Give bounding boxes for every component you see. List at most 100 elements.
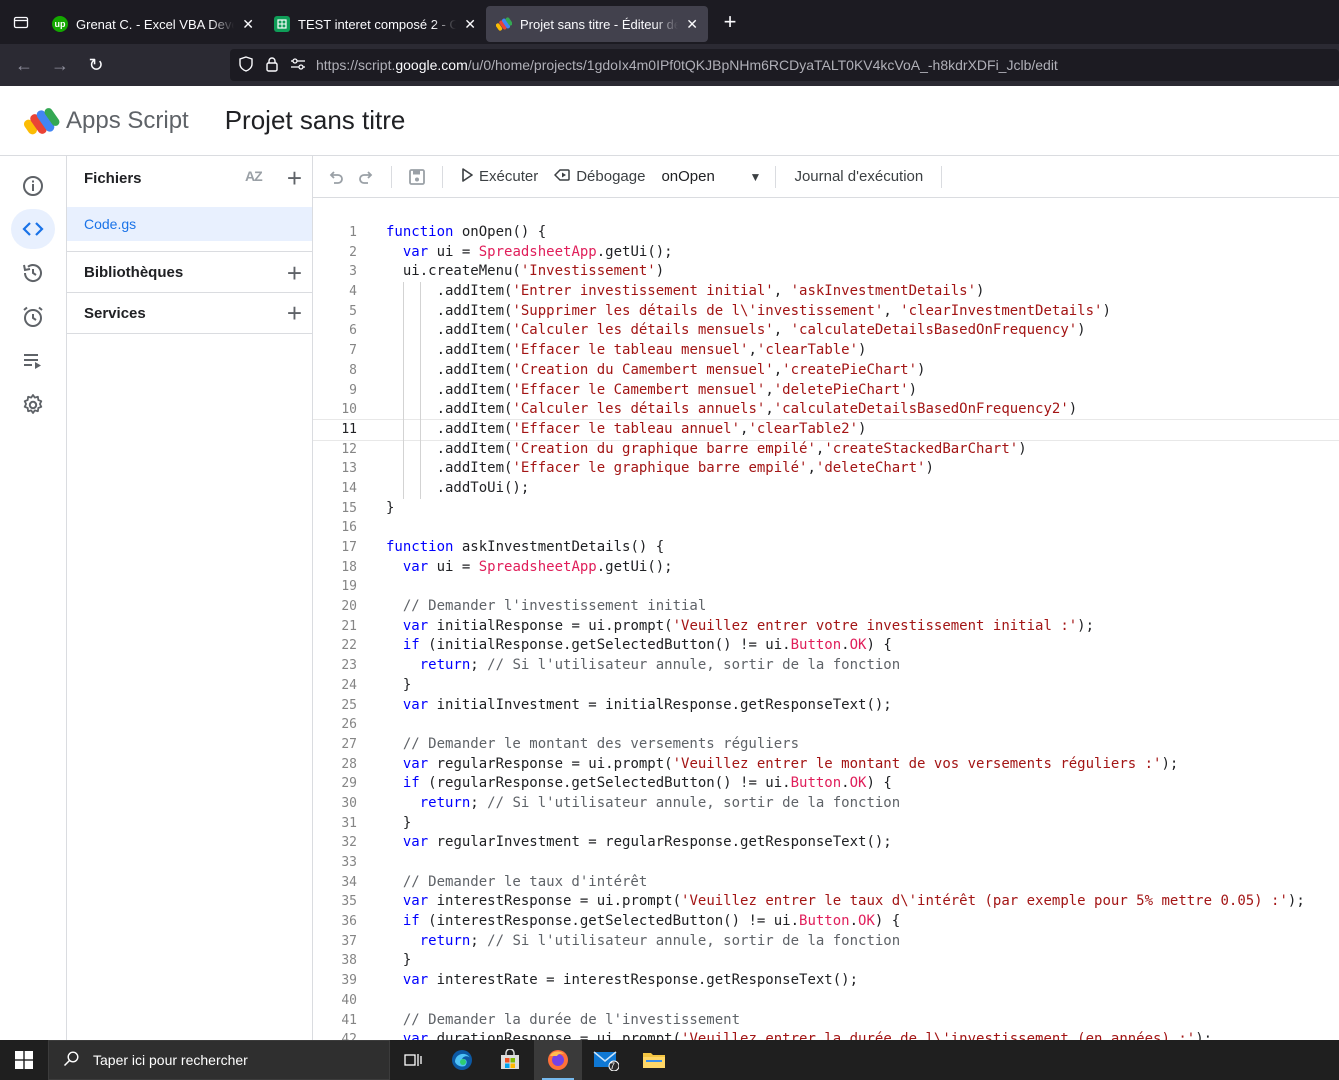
history-icon[interactable] xyxy=(11,253,55,293)
project-title[interactable]: Projet sans titre xyxy=(225,105,406,136)
mail-icon[interactable]: 7 xyxy=(582,1040,630,1080)
line-number: 18 xyxy=(341,559,357,575)
alarm-icon[interactable] xyxy=(11,297,55,337)
app-name[interactable]: Apps Script xyxy=(66,107,189,135)
browser-tab[interactable]: up Grenat C. - Excel VBA Developer ✕ xyxy=(42,6,264,42)
code-line[interactable]: 24 } xyxy=(313,676,1339,696)
code-line[interactable]: 19 xyxy=(313,577,1339,597)
file-explorer-icon[interactable] xyxy=(630,1040,678,1080)
forward-icon[interactable]: → xyxy=(42,47,78,83)
gear-icon[interactable] xyxy=(11,385,55,425)
edge-icon[interactable] xyxy=(438,1040,486,1080)
close-tab-icon[interactable]: ✕ xyxy=(242,16,254,33)
code-line[interactable]: 34 // Demander le taux d'intérêt xyxy=(313,873,1339,893)
code-icon[interactable] xyxy=(11,209,55,249)
code-line[interactable]: 30 return; // Si l'utilisateur annule, s… xyxy=(313,794,1339,814)
code-line[interactable]: 39 var interestRate = interestResponse.g… xyxy=(313,971,1339,991)
code-line[interactable]: 26 xyxy=(313,715,1339,735)
save-icon[interactable] xyxy=(402,162,432,192)
code-line[interactable]: 7 .addItem('Effacer le tableau mensuel',… xyxy=(313,341,1339,361)
code-line[interactable]: 17 function askInvestmentDetails() { xyxy=(313,538,1339,558)
code-line[interactable]: 15} xyxy=(313,499,1339,519)
code-line[interactable]: 29 if (regularResponse.getSelectedButton… xyxy=(313,774,1339,794)
code-line[interactable]: 2 var ui = SpreadsheetApp.getUi(); xyxy=(313,243,1339,263)
taskbar-search[interactable]: Taper ici pour rechercher xyxy=(48,1040,390,1080)
code-line[interactable]: 21 var initialResponse = ui.prompt('Veui… xyxy=(313,617,1339,637)
undo-icon[interactable] xyxy=(321,162,351,192)
code-line[interactable]: 13 .addItem('Effacer le graphique barre … xyxy=(313,459,1339,479)
code-line[interactable]: 31 } xyxy=(313,814,1339,834)
code-editor[interactable]: 1 function onOpen() {2 var ui = Spreadshe… xyxy=(313,199,1339,1040)
store-icon[interactable] xyxy=(486,1040,534,1080)
executions-icon[interactable] xyxy=(11,341,55,381)
code-line[interactable]: 33 xyxy=(313,853,1339,873)
url-prefix: https://script. xyxy=(316,57,396,73)
apps-script-logo[interactable] xyxy=(23,105,60,137)
code-line[interactable]: 25 var initialInvestment = initialRespon… xyxy=(313,696,1339,716)
browser-tab-title: TEST interet composé 2 - Google Sheets xyxy=(298,16,457,32)
code-line[interactable]: 14 .addToUi(); xyxy=(313,479,1339,499)
line-number: 6 xyxy=(349,323,357,339)
code-line[interactable]: 16 xyxy=(313,518,1339,538)
code-line[interactable]: 9 .addItem('Effacer le Camembert mensuel… xyxy=(313,381,1339,401)
tab-list-icon[interactable] xyxy=(0,0,42,44)
back-icon[interactable]: ← xyxy=(6,47,42,83)
add-service-button[interactable]: + xyxy=(287,300,302,326)
code-lines[interactable]: 1 function onOpen() {2 var ui = Spreadshe… xyxy=(313,223,1339,1040)
code-line[interactable]: 4 .addItem('Entrer investissement initia… xyxy=(313,282,1339,302)
code-line[interactable]: 42 var durationResponse = ui.prompt('Veu… xyxy=(313,1030,1339,1040)
reload-icon[interactable]: ↻ xyxy=(78,47,114,83)
browser-tab-title: Projet sans titre - Éditeur de projet xyxy=(520,16,679,32)
code-line[interactable]: 35 var interestResponse = ui.prompt('Veu… xyxy=(313,892,1339,912)
code-text: ui.createMenu('Investissement') xyxy=(386,263,665,280)
add-file-button[interactable]: + xyxy=(287,165,302,191)
code-line[interactable]: 10 .addItem('Calculer les détails annuel… xyxy=(313,400,1339,420)
code-line[interactable]: 37 return; // Si l'utilisateur annule, s… xyxy=(313,932,1339,952)
line-number: 39 xyxy=(341,973,357,989)
browser-tab[interactable]: TEST interet composé 2 - Google Sheets ✕ xyxy=(264,6,486,42)
code-line[interactable]: 8 .addItem('Creation du Camembert mensue… xyxy=(313,361,1339,381)
mail-badge: 7 xyxy=(610,1061,616,1071)
code-line[interactable]: 18 var ui = SpreadsheetApp.getUi(); xyxy=(313,558,1339,578)
code-line[interactable]: 41 // Demander la durée de l'investissem… xyxy=(313,1011,1339,1031)
close-tab-icon[interactable]: ✕ xyxy=(464,16,476,33)
execution-log-button[interactable]: Journal d'exécution xyxy=(786,162,931,192)
code-line[interactable]: 3 ui.createMenu('Investissement') xyxy=(313,262,1339,282)
code-line[interactable]: 5 .addItem('Supprimer les détails de l\'… xyxy=(313,302,1339,322)
add-library-button[interactable]: + xyxy=(287,260,302,286)
code-line[interactable]: 38 } xyxy=(313,951,1339,971)
new-tab-button[interactable]: + xyxy=(712,4,748,40)
redo-icon[interactable] xyxy=(351,162,381,192)
debug-label: Débogage xyxy=(576,168,646,185)
line-number: 13 xyxy=(341,461,357,477)
permissions-icon[interactable] xyxy=(290,57,306,74)
code-line[interactable]: 1 function onOpen() { xyxy=(313,223,1339,243)
lock-icon[interactable] xyxy=(264,56,280,75)
debug-button[interactable]: Débogage xyxy=(546,162,653,192)
code-line[interactable]: 40 xyxy=(313,991,1339,1011)
tracking-protection-icon[interactable] xyxy=(238,55,254,75)
code-line[interactable]: 23 return; // Si l'utilisateur annule, s… xyxy=(313,656,1339,676)
code-line[interactable]: 6 .addItem('Calculer les détails mensuel… xyxy=(313,321,1339,341)
firefox-icon[interactable] xyxy=(534,1040,582,1080)
code-line[interactable]: 22 if (initialResponse.getSelectedButton… xyxy=(313,636,1339,656)
run-button[interactable]: Exécuter xyxy=(453,162,546,192)
code-text: if (regularResponse.getSelectedButton() … xyxy=(402,775,892,792)
code-line[interactable]: 28 var regularResponse = ui.prompt('Veui… xyxy=(313,755,1339,775)
info-icon[interactable] xyxy=(11,166,55,206)
sort-az-icon[interactable]: AZ xyxy=(245,168,263,184)
browser-tab[interactable]: Projet sans titre - Éditeur de projet ✕ xyxy=(486,6,708,42)
function-select[interactable]: onOpen ▼ xyxy=(653,168,761,185)
task-view-icon[interactable] xyxy=(390,1040,438,1080)
close-tab-icon[interactable]: ✕ xyxy=(686,16,698,33)
code-line[interactable]: 11 .addItem('Effacer le tableau annuel',… xyxy=(313,418,1339,441)
code-line[interactable]: 27 // Demander le montant des versements… xyxy=(313,735,1339,755)
code-line[interactable]: 36 if (interestResponse.getSelectedButto… xyxy=(313,912,1339,932)
code-text: } xyxy=(386,499,395,516)
code-line[interactable]: 20 // Demander l'investissement initial xyxy=(313,597,1339,617)
url-bar[interactable]: https://script.google.com/u/0/home/proje… xyxy=(230,49,1339,81)
windows-start-icon[interactable] xyxy=(0,1040,48,1080)
code-line[interactable]: 12 .addItem('Creation du graphique barre… xyxy=(313,440,1339,460)
code-line[interactable]: 32 var regularInvestment = regularRespon… xyxy=(313,833,1339,853)
file-item-code-gs[interactable]: Code.gs xyxy=(67,207,312,241)
